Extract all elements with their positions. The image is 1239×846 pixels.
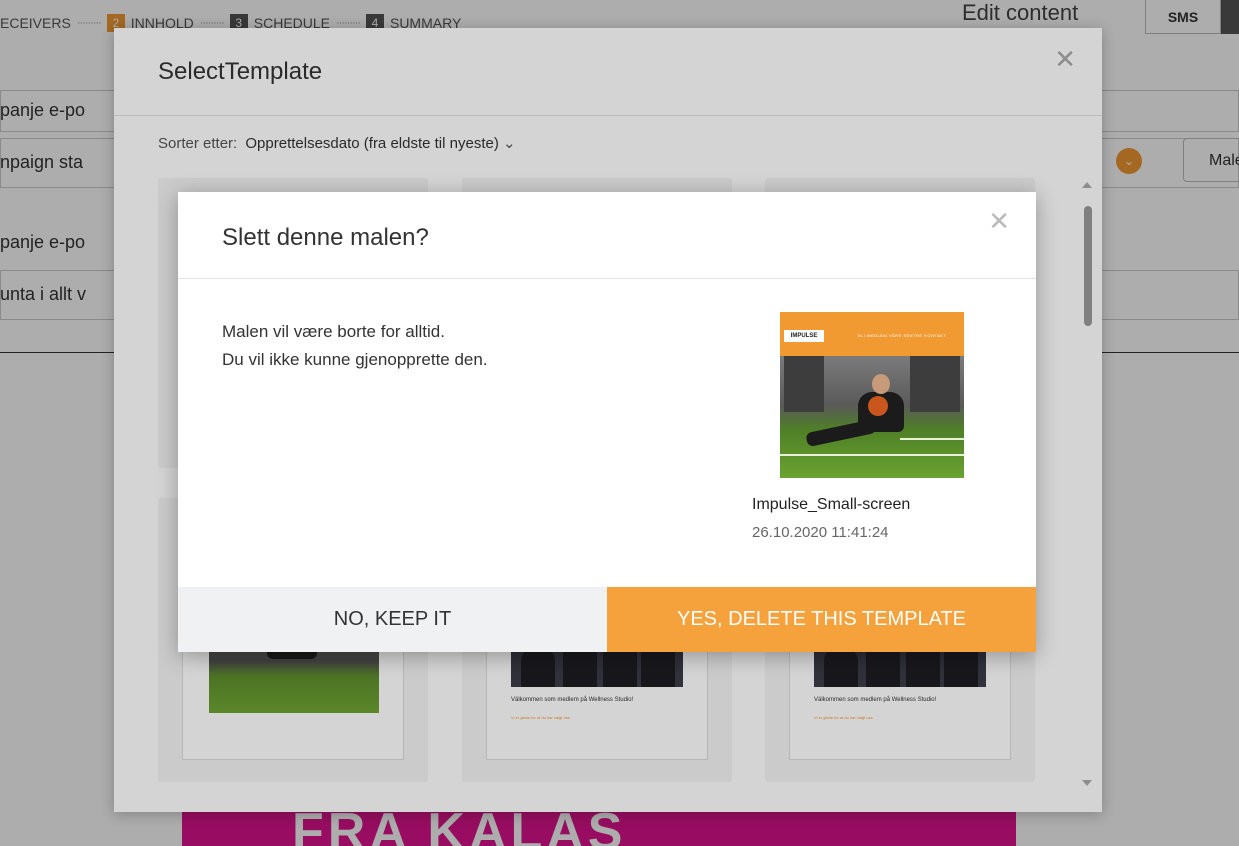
message-line-2: Du vil ikke kunne gjenopprette den.	[222, 350, 488, 369]
message-line-1: Malen vil være borte for alltid.	[222, 322, 445, 341]
impulse-logo: IMPULSE	[784, 330, 824, 342]
delete-template-button[interactable]: YES, DELETE THIS TEMPLATE	[607, 587, 1036, 652]
close-icon[interactable]: ✕	[988, 206, 1010, 237]
template-preview-image: IMPULSE BLI MEDLEM VÅRE SENTRE KONTAKT	[780, 312, 964, 478]
preview-photo	[780, 356, 964, 478]
dialog-title: Slett denne malen?	[178, 192, 1036, 279]
preview-nav: BLI MEDLEM VÅRE SENTRE KONTAKT	[858, 333, 947, 338]
keep-template-button[interactable]: NO, KEEP IT	[178, 587, 607, 652]
dialog-message: Malen vil være borte for alltid. Du vil …	[222, 318, 488, 374]
delete-confirm-dialog: Slett denne malen? ✕ Malen vil være bort…	[178, 192, 1036, 652]
preview-header: IMPULSE BLI MEDLEM VÅRE SENTRE KONTAKT	[780, 312, 964, 356]
template-date: 26.10.2020 11:41:24	[752, 524, 889, 541]
template-name: Impulse_Small-screen	[752, 496, 911, 513]
